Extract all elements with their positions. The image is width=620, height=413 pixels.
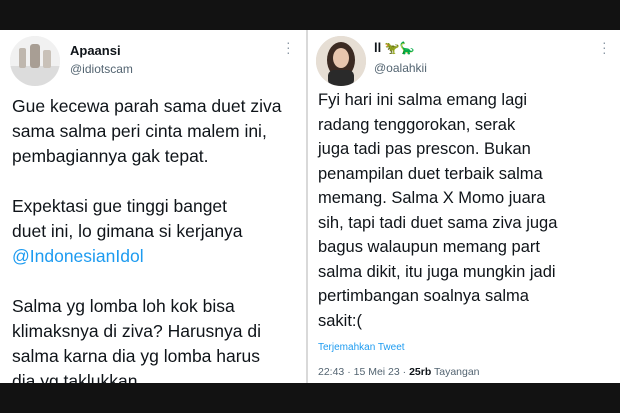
tweet-card-left[interactable]: Apaansi @idiotscam · · · Gue kecewa parah … [0,30,306,383]
text-line: klimaksnya di ziva? Harusnya di [12,321,261,341]
text-line: Gue kecewa parah sama duet ziva [12,96,282,116]
more-vertical-icon[interactable]: · · · [602,35,607,59]
avatar[interactable] [316,36,366,86]
author-name-text: ll [374,40,382,55]
avatar-image-icon [316,36,366,86]
top-dark-band [0,0,620,30]
author-handle[interactable]: @idiotscam [70,62,133,76]
text-line: Expektasi gue tinggi banget [12,196,228,216]
dinosaur-emoji-icon: 🦖🦕 [384,41,415,55]
text-line: sih, tapi tadi duet sama ziva juga [318,213,558,232]
text-line: sakit:( [318,311,363,330]
text-line: salma karna dia yg lomba harus [12,346,261,366]
avatar[interactable] [10,36,60,86]
author-handle[interactable]: @oalahkii [374,61,427,75]
mention-link[interactable]: @IndonesianIdol [12,244,304,269]
text-line: sama salma peri cinta malem ini, [12,121,267,141]
tweet-body: Gue kecewa parah sama duet ziva sama sal… [12,94,304,383]
text-line: pembagiannya gak tepat. [12,146,209,166]
text-line: bagus walaupun memang part [318,238,540,256]
tweet-metadata: 22:43 · 15 Mei 23 · 25rb Tayangan [318,366,480,378]
more-vertical-icon[interactable]: · · · [286,35,291,59]
tweet-body: Fyi hari ini salma emang lagi radang ten… [318,88,618,333]
text-line: salma dikit, itu juga mungkin jadi [318,262,556,281]
views-label: Tayangan [431,366,480,378]
text-line: Fyi hari ini salma emang lagi [318,91,528,109]
translate-tweet-link[interactable]: Terjemahkan Tweet [318,342,405,353]
timestamp[interactable]: 22:43 · 15 Mei 23 · [318,366,409,378]
text-line: radang tenggorokan, serak [318,115,516,134]
text-line: dia yg taklukkan [12,371,138,383]
text-line: pertimbangan soalnya salma [318,287,529,305]
author-name[interactable]: ll 🦖🦕 [374,40,415,55]
avatar-image-icon [10,36,60,86]
tweet-card-right[interactable]: ll 🦖🦕 @oalahkii · · · Fyi hari ini salma e… [308,30,620,383]
text-line: memang. Salma X Momo juara [318,189,546,207]
text-line: duet ini, lo gimana si kerjanya [12,221,243,241]
text-line: juga tadi pas prescon. Bukan [318,140,531,158]
bottom-dark-band [0,383,620,413]
text-line: penampilan duet terbaik salma [318,164,543,183]
views-count: 25rb [409,366,432,378]
author-name[interactable]: Apaansi [70,43,121,58]
text-line: Salma yg lomba loh kok bisa [12,296,235,316]
